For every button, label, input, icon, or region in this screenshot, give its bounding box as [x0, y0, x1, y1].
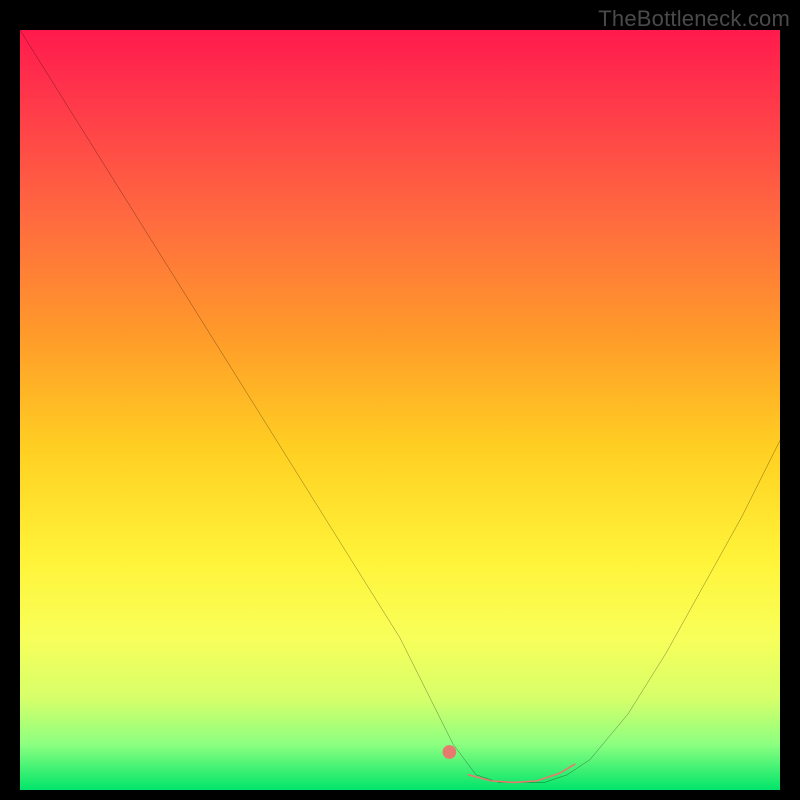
chart-wrapper: TheBottleneck.com: [0, 0, 800, 800]
highlight-segment: [468, 764, 574, 782]
plot-area: [20, 30, 780, 790]
highlight-dot: [443, 745, 457, 759]
curve-path: [20, 30, 780, 782]
curve-layer: [20, 30, 780, 790]
watermark-text: TheBottleneck.com: [598, 6, 790, 32]
